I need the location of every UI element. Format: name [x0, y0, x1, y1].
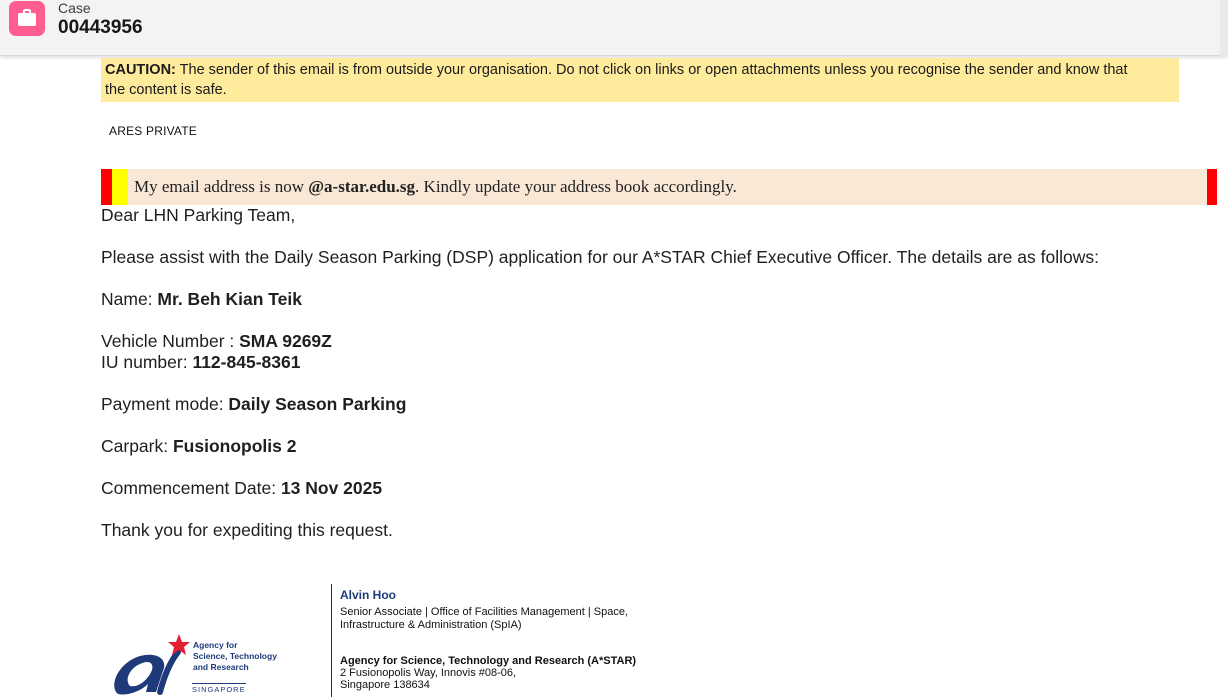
record-type-label: Case [58, 0, 91, 16]
detail-name: Name: Mr. Beh Kian Teik [101, 289, 302, 309]
caution-text-continued: the content is safe. [105, 82, 227, 98]
logo-text-line1: Agency for [193, 640, 238, 650]
caution-text: The sender of this email is from outside… [175, 62, 1128, 78]
signature-title-line1: Senior Associate | Office of Facilities … [340, 606, 628, 618]
email-closing: Thank you for expediting this request. [101, 520, 393, 540]
signature-divider [331, 584, 332, 697]
logo-country: SINGAPORE [192, 683, 246, 694]
external-sender-caution-banner: CAUTION: The sender of this email is fro… [101, 58, 1179, 102]
detail-commencement-date: Commencement Date: 13 Nov 2025 [101, 478, 383, 498]
email-change-notice: My email address is now @a-star.edu.sg. … [101, 169, 1217, 205]
notice-message: My email address is now @a-star.edu.sg. … [134, 177, 737, 196]
caution-label: CAUTION: [105, 62, 176, 78]
briefcase-icon [9, 1, 45, 36]
detail-payment-mode: Payment mode: Daily Season Parking [101, 394, 407, 414]
classification-label: ARES PRIVATE [109, 124, 197, 138]
email-intro: Please assist with the Daily Season Park… [101, 247, 1099, 267]
notice-red-stripe-left [101, 169, 112, 205]
logo-text-line3: and Research [193, 662, 249, 672]
notice-red-stripe-right [1207, 169, 1217, 205]
detail-carpark: Carpark: Fusionopolis 2 [101, 436, 297, 456]
logo-text-line2: Science, Technology [193, 651, 277, 661]
notice-domain: @a-star.edu.sg [308, 177, 416, 196]
signature-address2: Singapore 138634 [340, 679, 430, 691]
detail-iu-number: IU number: 112-845-8361 [101, 352, 301, 372]
signature-address1: 2 Fusionopolis Way, Innovis #08-06, [340, 667, 517, 679]
case-header: Case 00443956 [0, 0, 1228, 56]
detail-vehicle-number: Vehicle Number : SMA 9269Z [101, 331, 332, 351]
signature-name: Alvin Hoo [340, 588, 396, 602]
signature-title-line2: Infrastructure & Administration (SpIA) [340, 619, 522, 631]
notice-yellow-stripe [112, 169, 128, 205]
email-greeting: Dear LHN Parking Team, [101, 205, 296, 225]
case-number: 00443956 [58, 17, 143, 38]
scrollbar[interactable] [1220, 0, 1228, 56]
signature-org: Agency for Science, Technology and Resea… [340, 655, 637, 667]
